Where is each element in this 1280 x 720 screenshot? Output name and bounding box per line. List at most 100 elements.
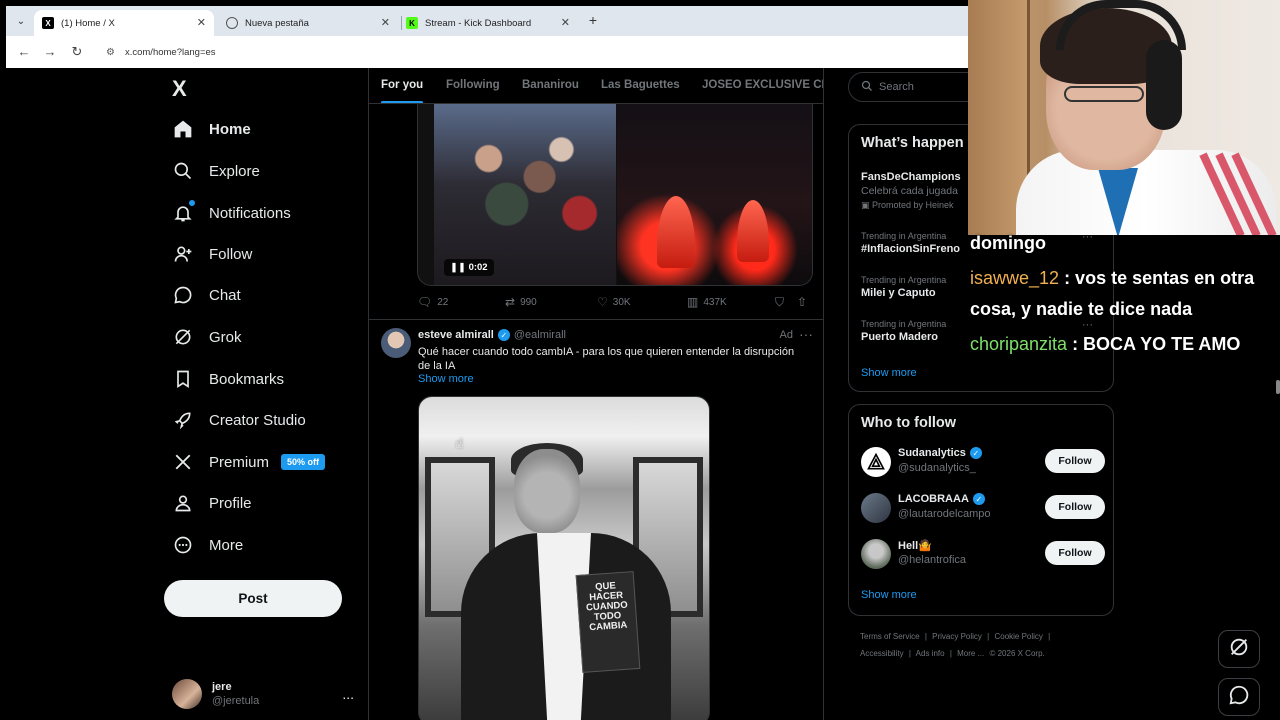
post-more-icon[interactable]: ··· bbox=[799, 326, 813, 342]
suggestion-handle: @helantrofica bbox=[898, 554, 967, 566]
post-header: esteve almirall ✓ @ealmirall bbox=[418, 329, 566, 341]
like-button[interactable]: ♡ 30K bbox=[597, 295, 631, 309]
ad-label: Ad bbox=[779, 329, 793, 341]
avatar[interactable] bbox=[381, 328, 411, 358]
image-concert-stage[interactable] bbox=[617, 104, 812, 285]
nav-grok[interactable]: Grok bbox=[172, 320, 242, 354]
x-logo-icon[interactable]: X bbox=[172, 76, 187, 102]
person-icon bbox=[172, 492, 194, 514]
suggestion-name-text: Sudanalytics bbox=[898, 447, 966, 459]
verified-badge-icon: ✓ bbox=[969, 447, 982, 459]
account-more-icon[interactable]: ... bbox=[342, 686, 354, 702]
nav-follow[interactable]: Follow bbox=[172, 237, 252, 271]
author-name[interactable]: esteve almirall bbox=[418, 329, 494, 341]
back-arrow-icon[interactable]: ← bbox=[16, 44, 32, 59]
footer-link[interactable]: Cookie Policy bbox=[994, 632, 1042, 641]
footer-link[interactable]: More ... bbox=[957, 649, 984, 658]
close-tab-icon[interactable]: ✕ bbox=[561, 16, 570, 29]
bookmark-icon: ⛉ bbox=[775, 294, 785, 309]
left-sidebar: X Home Explore Notifications Follow Chat bbox=[164, 70, 364, 720]
avatar bbox=[861, 447, 891, 477]
forward-arrow-icon[interactable]: → bbox=[42, 44, 58, 59]
suggestion-name: Sudanalytics ✓ bbox=[898, 447, 986, 459]
tab-new-tab[interactable]: Nueva pestaña ✕ bbox=[218, 10, 398, 36]
bookmark-button[interactable]: ⛉ bbox=[775, 295, 789, 310]
show-more-link[interactable]: Show more bbox=[418, 373, 474, 385]
follow-button[interactable]: Follow bbox=[1045, 495, 1105, 519]
nav-label: Explore bbox=[209, 162, 260, 180]
reload-icon[interactable]: ↻ bbox=[69, 44, 85, 60]
nav-home[interactable]: Home bbox=[172, 112, 251, 146]
account-name: jere bbox=[212, 681, 232, 693]
nav-creator-studio[interactable]: Creator Studio bbox=[172, 403, 306, 437]
nav-more[interactable]: More bbox=[172, 528, 243, 562]
tab-search-dropdown-icon[interactable]: ⌄ bbox=[12, 12, 30, 30]
follow-suggestion[interactable]: Hell🤷 @helantrofica Follow bbox=[861, 537, 1105, 573]
tab-las-baguettes[interactable]: Las Baguettes bbox=[601, 79, 680, 91]
nav-label: Home bbox=[209, 120, 251, 138]
close-tab-icon[interactable]: ✕ bbox=[197, 16, 206, 29]
nav-explore[interactable]: Explore bbox=[172, 154, 260, 188]
repost-count: 990 bbox=[520, 296, 537, 308]
rocket-icon bbox=[172, 409, 194, 431]
avatar bbox=[861, 493, 891, 523]
footer-separator: | bbox=[987, 632, 990, 641]
verified-badge-icon: ✓ bbox=[497, 329, 510, 341]
site-settings-icon[interactable]: ⚙ bbox=[106, 47, 115, 58]
stage-prop bbox=[737, 200, 769, 262]
nav-notifications[interactable]: Notifications bbox=[172, 196, 291, 230]
promoted-text: Promoted by Heinek bbox=[872, 200, 954, 210]
tab-for-you[interactable]: For you bbox=[381, 79, 423, 91]
messages-float-button[interactable] bbox=[1218, 678, 1260, 716]
tab-following[interactable]: Following bbox=[446, 79, 500, 91]
footer-link[interactable]: Ads info bbox=[916, 649, 945, 658]
footer-separator: | bbox=[924, 632, 927, 641]
scrollbar-thumb[interactable] bbox=[1276, 380, 1280, 394]
footer-link[interactable]: Terms of Service bbox=[860, 632, 920, 641]
tab-kick-dashboard[interactable]: K Stream - Kick Dashboard ✕ bbox=[398, 10, 578, 36]
webcam-overlay bbox=[968, 0, 1280, 235]
video-thumbnail-crowd[interactable]: ❚❚ 0:02 bbox=[434, 104, 616, 285]
nav-premium[interactable]: Premium 50% off bbox=[172, 445, 326, 479]
book-cover: QUE HACER CUANDO TODO CAMBIA bbox=[575, 571, 641, 673]
nav-profile[interactable]: Profile bbox=[172, 486, 252, 520]
nav-chat[interactable]: Chat bbox=[172, 278, 241, 312]
views-button[interactable]: ▥ 437K bbox=[687, 295, 727, 309]
browser-chrome: ⌄ X (1) Home / X ✕ Nueva pestaña ✕ K Str… bbox=[6, 6, 968, 68]
footer-link[interactable]: Accessibility bbox=[860, 649, 904, 658]
footer-separator: | bbox=[1048, 632, 1051, 641]
footer-links: Terms of Service | Privacy Policy | Cook… bbox=[860, 628, 1110, 662]
author-handle[interactable]: @ealmirall bbox=[514, 329, 566, 341]
follow-button[interactable]: Follow bbox=[1045, 449, 1105, 473]
new-tab-button[interactable]: + bbox=[584, 12, 602, 28]
nav-label: Chat bbox=[209, 286, 241, 304]
search-icon bbox=[861, 80, 873, 95]
follow-suggestion[interactable]: Sudanalytics ✓ @sudanalytics_ Follow bbox=[861, 445, 1105, 481]
suggestion-name-text: Hell🤷 bbox=[898, 540, 932, 552]
trends-show-more-link[interactable]: Show more bbox=[861, 367, 917, 379]
follow-button[interactable]: Follow bbox=[1045, 541, 1105, 565]
tab-bananirou[interactable]: Bananirou bbox=[522, 79, 579, 91]
close-tab-icon[interactable]: ✕ bbox=[381, 16, 390, 29]
premium-discount-badge: 50% off bbox=[281, 454, 326, 470]
nav-bookmarks[interactable]: Bookmarks bbox=[172, 362, 284, 396]
ad-post[interactable]: esteve almirall ✓ @ealmirall Ad ··· Qué … bbox=[369, 320, 823, 720]
repost-icon: ⇄ bbox=[505, 295, 516, 309]
reply-button[interactable]: 🗨 22 bbox=[417, 295, 448, 309]
repost-button[interactable]: ⇄ 990 bbox=[505, 295, 537, 309]
tab-x-home[interactable]: X (1) Home / X ✕ bbox=[34, 10, 214, 36]
wtf-show-more-link[interactable]: Show more bbox=[861, 589, 917, 601]
follow-suggestion[interactable]: LACOBRAAA ✓ @lautarodelcampo Follow bbox=[861, 491, 1105, 527]
footer-link[interactable]: Privacy Policy bbox=[932, 632, 982, 641]
post-media-gallery[interactable]: ❚❚ 0:02 bbox=[417, 104, 813, 286]
post-button[interactable]: Post bbox=[164, 580, 342, 617]
grok-float-button[interactable] bbox=[1218, 630, 1260, 668]
chat-message: domingo bbox=[968, 228, 1280, 259]
chat-message: isawwe_12 : vos te sentas en otra cosa, … bbox=[968, 263, 1280, 325]
url-field[interactable]: ⚙ x.com/home?lang=es bbox=[98, 40, 958, 64]
account-switcher[interactable]: jere @jeretula ... bbox=[172, 674, 362, 714]
nav-label: Notifications bbox=[209, 204, 291, 222]
tab-joseo-exclusive[interactable]: JOSEO EXCLUSIVE CLU bbox=[702, 79, 823, 91]
post-image[interactable]: QUE HACER CUANDO TODO CAMBIA ☝ bbox=[418, 396, 710, 720]
share-button[interactable]: ⇧ bbox=[797, 295, 812, 309]
